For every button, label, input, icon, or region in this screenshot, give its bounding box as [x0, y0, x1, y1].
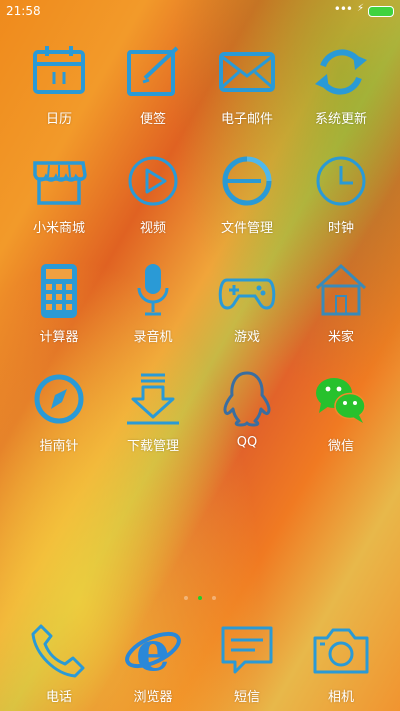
message-icon [221, 626, 273, 674]
status-bar: 21:58 ••• ⚡ [0, 0, 400, 24]
app-label: 指南针 [39, 439, 79, 454]
app-mi-store[interactable]: 小米商城 [9, 149, 109, 236]
app-label: 游戏 [233, 330, 260, 345]
app-label: 微信 [327, 439, 354, 454]
app-label: 相机 [327, 690, 354, 705]
dock-camera[interactable]: 相机 [291, 618, 391, 705]
microphone-icon [137, 264, 169, 316]
download-icon [127, 373, 179, 425]
app-label: 电子邮件 [220, 112, 273, 127]
app-clock[interactable]: 时钟 [291, 149, 391, 236]
svg-text:e: e [136, 619, 170, 682]
app-label: 计算器 [39, 330, 79, 345]
app-system-update[interactable]: 系统更新 [291, 40, 391, 127]
compass-icon [34, 374, 84, 424]
play-icon [128, 156, 178, 206]
app-label: 短信 [233, 690, 260, 705]
app-mi-home[interactable]: 米家 [291, 258, 391, 345]
dock-messages[interactable]: 短信 [197, 618, 297, 705]
app-label: 便签 [139, 112, 166, 127]
calendar-icon [33, 46, 85, 94]
app-label: 下载管理 [126, 439, 179, 454]
dock-browser[interactable]: e 浏览器 [103, 618, 203, 705]
app-video[interactable]: 视频 [103, 149, 203, 236]
home-icon [315, 263, 367, 316]
app-file-manager[interactable]: 文件管理 [197, 149, 297, 236]
page-dot[interactable] [212, 596, 216, 600]
dock-phone[interactable]: 电话 [9, 618, 109, 705]
app-wechat[interactable]: 微信 [291, 367, 391, 454]
page-indicator [0, 585, 400, 604]
app-recorder[interactable]: 录音机 [103, 258, 203, 345]
app-compass[interactable]: 指南针 [9, 367, 109, 454]
app-label: 视频 [139, 221, 166, 236]
refresh-icon [315, 49, 367, 95]
clock-icon [316, 156, 366, 206]
app-label: 电话 [45, 690, 72, 705]
notes-icon [127, 46, 179, 96]
qq-penguin-icon [223, 371, 271, 427]
store-icon [33, 161, 87, 205]
phone-icon [31, 624, 85, 678]
app-downloads[interactable]: 下载管理 [103, 367, 203, 454]
charging-icon: ⚡ [356, 3, 364, 14]
wechat-icon [316, 378, 366, 423]
camera-icon [313, 628, 369, 674]
battery-icon [368, 6, 394, 17]
gamepad-icon [218, 278, 276, 310]
app-label: 系统更新 [314, 112, 367, 127]
app-calculator[interactable]: 计算器 [9, 258, 109, 345]
app-notes[interactable]: 便签 [103, 40, 203, 127]
app-email[interactable]: 电子邮件 [197, 40, 297, 127]
page-dot-active[interactable] [198, 596, 202, 600]
file-manager-icon [222, 156, 272, 206]
app-calendar[interactable]: 日历 [9, 40, 109, 127]
app-label: 浏览器 [133, 690, 173, 705]
signal-icon: ••• [333, 2, 353, 16]
app-qq[interactable]: QQ [197, 367, 297, 450]
app-label: 小米商城 [32, 221, 85, 236]
app-label: 录音机 [133, 330, 173, 345]
calculator-icon [41, 264, 77, 318]
app-games[interactable]: 游戏 [197, 258, 297, 345]
mail-icon [219, 52, 275, 92]
page-dot[interactable] [184, 596, 188, 600]
app-label: 时钟 [327, 221, 354, 236]
app-label: 米家 [327, 330, 354, 345]
app-label: QQ [236, 435, 258, 450]
browser-ie-icon: e [125, 619, 181, 682]
app-label: 文件管理 [220, 221, 273, 236]
status-time: 21:58 [6, 4, 41, 18]
app-label: 日历 [45, 112, 72, 127]
